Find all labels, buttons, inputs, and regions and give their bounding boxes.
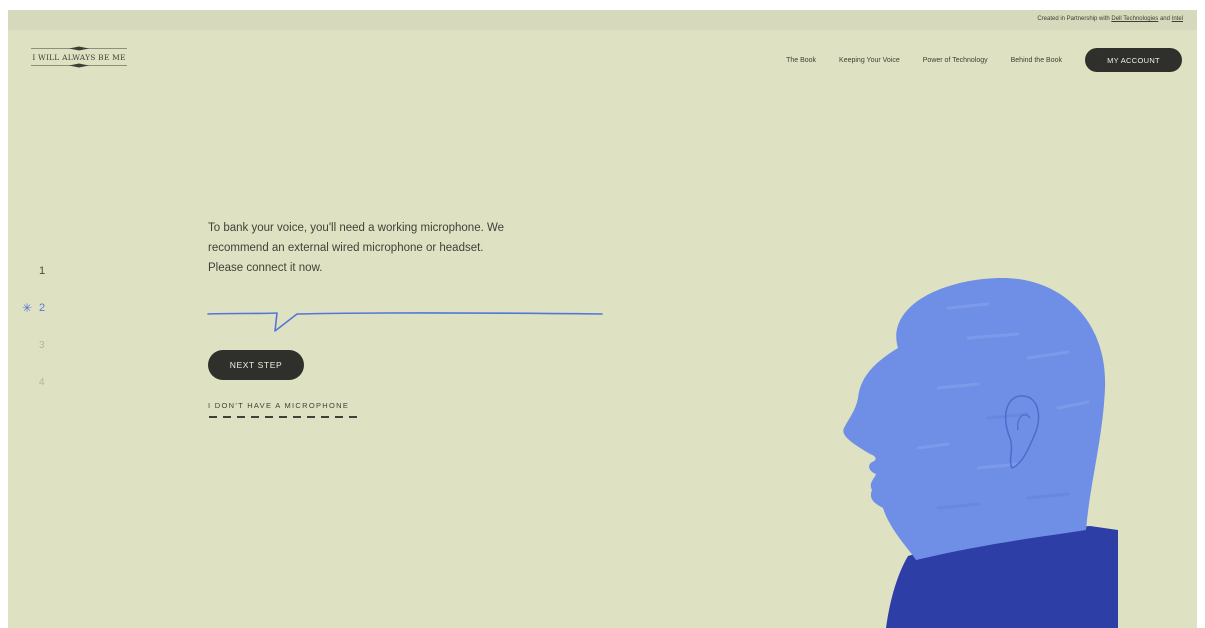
dell-link[interactable]: Dell Technologies [1111,16,1158,22]
nav-keeping-your-voice[interactable]: Keeping Your Voice [839,57,900,64]
step-2-label: 2 [39,302,46,314]
no-microphone-underline [209,416,359,418]
partner-bar: Created in Partnership with Dell Technol… [8,10,1197,30]
asterisk-icon: ✳ [22,301,33,315]
partner-prefix: Created in Partnership with [1037,16,1110,22]
logo-text: I WILL ALWAYS BE ME [32,53,126,62]
site-logo[interactable]: I WILL ALWAYS BE ME [31,46,127,68]
head-illustration [843,277,1118,628]
partner-and: and [1159,16,1170,22]
next-step-button[interactable]: NEXT STEP [208,350,304,380]
main-nav: The Book Keeping Your Voice Power of Tec… [786,48,1183,72]
instruction-line-3: Please connect it now. [208,262,323,274]
instruction-line-1: To bank your voice, you'll need a workin… [208,222,505,234]
page-frame: Created in Partnership with Dell Technol… [8,10,1197,628]
nav-power-of-technology[interactable]: Power of Technology [923,57,988,64]
no-microphone-link[interactable]: I DON'T HAVE A MICROPHONE [208,401,349,410]
intel-link[interactable]: Intel [1172,16,1183,22]
my-account-button[interactable]: MY ACCOUNT [1085,48,1182,72]
step-4-label: 4 [39,377,45,388]
nav-behind-the-book[interactable]: Behind the Book [1011,57,1062,64]
partner-text: Created in Partnership with Dell Technol… [1037,16,1183,22]
speech-bubble-line [207,312,603,332]
nav-the-book[interactable]: The Book [786,57,816,64]
step-3-label: 3 [39,340,45,351]
instruction-text: To bank your voice, you'll need a workin… [208,218,568,278]
step-1-label: 1 [39,265,46,277]
instruction-line-2: recommend an external wired microphone o… [208,242,484,254]
